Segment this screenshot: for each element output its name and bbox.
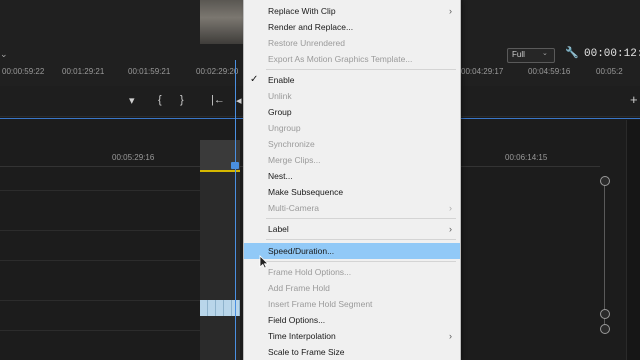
track-divider <box>0 300 200 301</box>
track-divider <box>0 230 200 231</box>
menu-item-restore-unrendered[interactable]: Restore Unrendered <box>244 35 460 51</box>
scroll-handle[interactable] <box>600 324 610 334</box>
add-button-icon[interactable]: + <box>630 92 638 107</box>
timeline-ruler-timecode: 00:06:14:15 <box>505 153 548 162</box>
vertical-scrollbar-track[interactable] <box>604 180 605 330</box>
chevron-down-icon[interactable]: ⌄ <box>0 49 8 60</box>
menu-item-add-frame-hold[interactable]: Add Frame Hold <box>244 280 460 296</box>
current-timecode[interactable]: 00:00:12:14 <box>584 48 640 60</box>
menu-item-unlink[interactable]: Unlink <box>244 88 460 104</box>
menu-item-export-mogrt[interactable]: Export As Motion Graphics Template... <box>244 51 460 67</box>
menu-separator <box>266 69 456 70</box>
menu-item-render-and-replace[interactable]: Render and Replace... <box>244 19 460 35</box>
chevron-right-icon: › <box>449 224 452 234</box>
chevron-right-icon: › <box>449 203 452 213</box>
marker-icon[interactable]: ▾ <box>129 94 135 107</box>
menu-separator <box>266 261 456 262</box>
checkmark-icon: ✓ <box>250 74 259 85</box>
menu-item-frame-hold-options[interactable]: Frame Hold Options... <box>244 264 460 280</box>
audio-meter-panel <box>626 120 640 360</box>
track-divider <box>0 260 200 261</box>
menu-item-field-options[interactable]: Field Options... <box>244 312 460 328</box>
menu-item-time-interpolation[interactable]: Time Interpolation › <box>244 328 460 344</box>
menu-item-make-subsequence[interactable]: Make Subsequence <box>244 184 460 200</box>
wrench-icon[interactable]: 🔧 <box>565 46 579 59</box>
ruler-timecode: 00:04:29:17 <box>461 67 504 76</box>
mouse-pointer-icon <box>259 255 269 269</box>
menu-item-merge-clips[interactable]: Merge Clips... <box>244 152 460 168</box>
menu-item-enable[interactable]: ✓ Enable <box>244 72 460 88</box>
menu-item-group[interactable]: Group <box>244 104 460 120</box>
playhead-line[interactable] <box>235 60 236 360</box>
menu-item-replace-with-clip[interactable]: Replace With Clip › <box>244 3 460 19</box>
ruler-timecode: 00:01:59:21 <box>128 67 171 76</box>
go-to-in-icon[interactable]: |← <box>211 94 225 106</box>
menu-item-multi-camera[interactable]: Multi-Camera › <box>244 200 460 216</box>
menu-item-synchronize[interactable]: Synchronize <box>244 136 460 152</box>
mark-out-icon[interactable]: } <box>180 94 184 106</box>
video-clip[interactable] <box>200 300 240 316</box>
menu-item-ungroup[interactable]: Ungroup <box>244 120 460 136</box>
timeline-ruler-timecode: 00:05:29:16 <box>112 153 155 162</box>
ruler-timecode: 00:02:29:20 <box>196 67 239 76</box>
mark-in-icon[interactable]: { <box>158 94 162 106</box>
chevron-down-icon: ⌄ <box>542 50 548 57</box>
timeline-track-area[interactable] <box>200 172 240 360</box>
scroll-handle-bottom[interactable] <box>600 309 610 319</box>
ruler-timecode: 00:05:2 <box>596 67 623 76</box>
track-divider <box>0 190 200 191</box>
menu-separator <box>266 218 456 219</box>
ruler-timecode: 00:04:59:16 <box>528 67 571 76</box>
menu-separator <box>266 239 456 240</box>
preview-thumbnail <box>200 0 244 44</box>
menu-item-label[interactable]: Label › <box>244 221 460 237</box>
track-divider <box>0 330 200 331</box>
resolution-select-label: Full <box>512 50 525 59</box>
menu-item-scale-to-frame-size[interactable]: Scale to Frame Size <box>244 344 460 360</box>
clip-context-menu: Replace With Clip › Render and Replace...… <box>243 0 461 360</box>
chevron-right-icon: › <box>449 331 452 341</box>
step-back-icon[interactable]: ◂ <box>236 94 242 107</box>
menu-item-speed-duration[interactable]: Speed/Duration... <box>244 243 460 259</box>
menu-item-insert-frame-hold-segment[interactable]: Insert Frame Hold Segment <box>244 296 460 312</box>
chevron-right-icon: › <box>449 6 452 16</box>
ruler-timecode: 00:01:29:21 <box>62 67 105 76</box>
menu-item-nest[interactable]: Nest... <box>244 168 460 184</box>
scroll-handle-top[interactable] <box>600 176 610 186</box>
ruler-timecode: 00:00:59:22 <box>2 67 45 76</box>
